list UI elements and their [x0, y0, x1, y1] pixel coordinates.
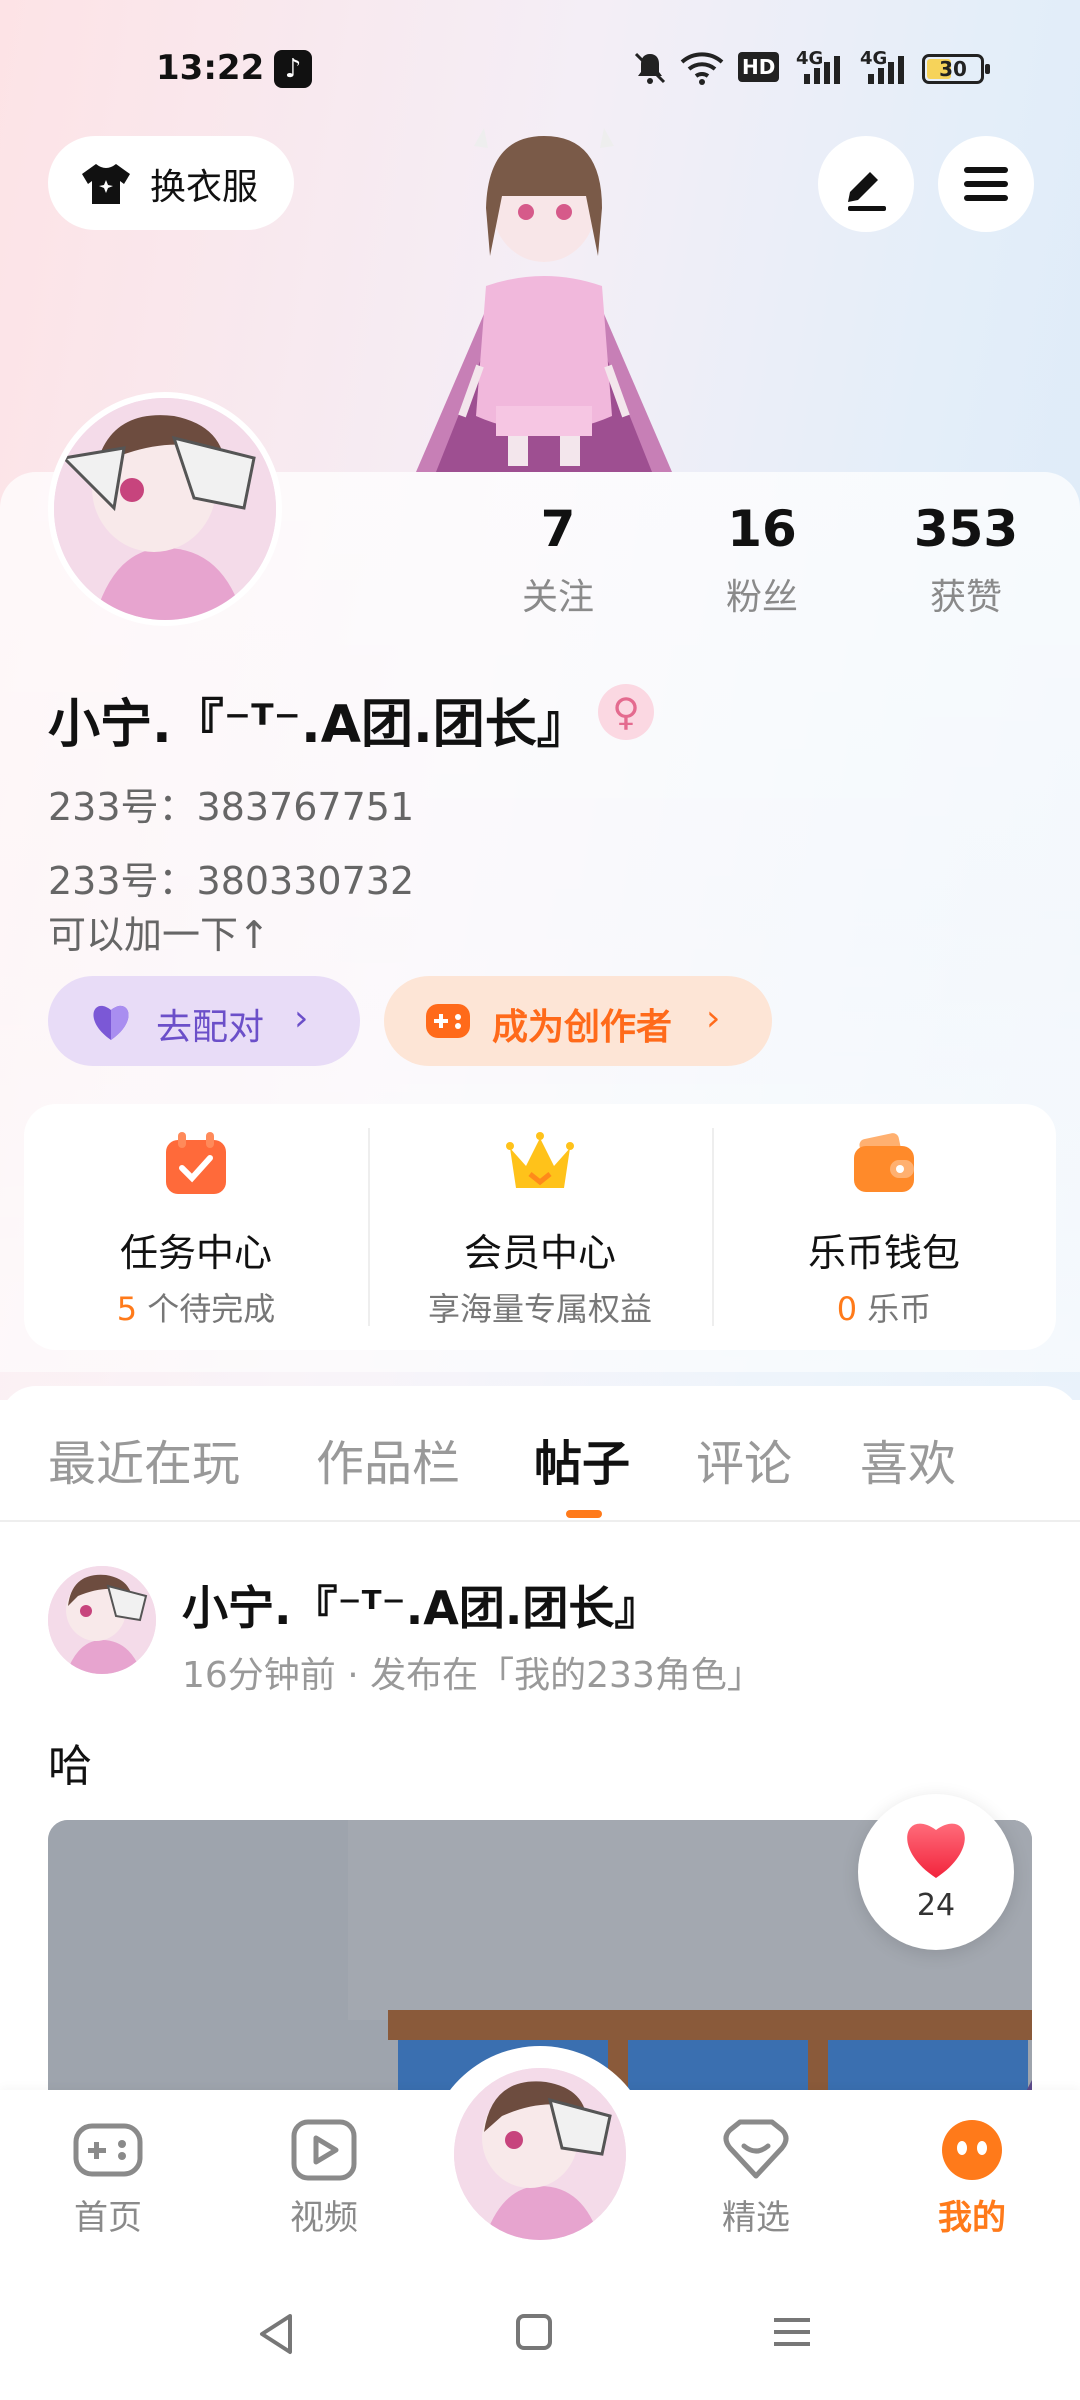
coin-wallet-title: 乐币钱包 — [807, 1231, 960, 1275]
bio-line-3: 可以加一下↑ — [48, 913, 270, 957]
followers-count: 16 — [727, 500, 797, 558]
post-meta: 16分钟前 · 发布在「我的233角色」 — [182, 1655, 763, 1696]
task-center-subtitle: 5 个待完成 — [116, 1290, 276, 1328]
become-creator-label: 成为创作者 — [492, 1007, 673, 1048]
heart-icon — [907, 1823, 965, 1878]
vip-center[interactable]: 会员中心 享海量专属权益 — [368, 1104, 712, 1350]
nav-me-label: 我的 — [938, 2198, 1006, 2238]
match-label: 去配对 — [156, 1007, 265, 1048]
become-creator-button[interactable]: 成为创作者 › — [384, 976, 772, 1066]
likes-label: 获赞 — [929, 577, 1002, 618]
avatar-illustration — [48, 1566, 156, 1674]
stat-likes[interactable]: 353 获赞 — [896, 500, 1036, 620]
menu-icon — [964, 167, 1008, 201]
stat-following[interactable]: 7 关注 — [488, 500, 628, 620]
tab-likes[interactable]: 喜欢 — [860, 1424, 956, 1494]
character-avatar-figure[interactable] — [376, 116, 712, 472]
mute-bell-icon — [634, 52, 666, 84]
nav-avatar-button[interactable] — [454, 2068, 626, 2240]
menu-button[interactable] — [938, 136, 1034, 232]
female-icon: ♀ — [598, 684, 654, 740]
profile-tabs: 最近在玩 作品栏 帖子 评论 喜欢 — [0, 1386, 1080, 1522]
nav-featured[interactable]: 精选 — [686, 2118, 826, 2239]
likes-count: 353 — [913, 500, 1019, 558]
wallet-icon — [854, 1133, 914, 1192]
home-square-icon[interactable] — [514, 2312, 554, 2352]
avatar-illustration — [54, 398, 276, 620]
battery-level: 30 — [939, 57, 967, 81]
coin-wallet-subtitle: 0 乐币 — [836, 1290, 932, 1328]
system-navigation-bar — [0, 2280, 1080, 2400]
like-button[interactable]: 24 — [858, 1794, 1014, 1950]
tab-works[interactable]: 作品栏 — [316, 1424, 460, 1494]
chevron-right-icon: › — [294, 998, 309, 1039]
status-time: 13:22 — [156, 48, 265, 88]
change-outfit-label: 换衣服 — [150, 167, 259, 208]
nav-featured-label: 精选 — [722, 2198, 790, 2238]
nav-home[interactable]: 首页 — [38, 2118, 178, 2239]
stat-followers[interactable]: 16 粉丝 — [692, 500, 832, 620]
tab-comments[interactable]: 评论 — [696, 1424, 792, 1494]
bio-line-2: 233号：380330732 — [48, 859, 415, 903]
tab-posts[interactable]: 帖子 — [534, 1424, 630, 1494]
gamepad-icon — [73, 2123, 143, 2177]
gamepad-icon — [426, 1004, 470, 1038]
pen-icon — [848, 172, 886, 211]
profile-name: 小宁.『⁻ᵀ⁻.A团.团长』 — [48, 695, 589, 755]
heart-icon — [93, 1005, 129, 1040]
quick-access-card: 任务中心 5 个待完成 会员中心 享海量专属权益 乐币钱包 0 乐币 — [24, 1104, 1056, 1350]
change-outfit-button[interactable]: 换衣服 — [48, 136, 294, 230]
tshirt-icon — [82, 164, 130, 204]
hd-badge: HD — [738, 52, 780, 82]
signal-icon-2 — [868, 56, 904, 84]
edit-profile-button[interactable] — [818, 136, 914, 232]
followers-label: 粉丝 — [725, 577, 798, 618]
heart-chat-icon — [723, 2119, 789, 2179]
like-count: 24 — [916, 1888, 956, 1923]
recents-menu-icon[interactable] — [772, 2312, 812, 2352]
nav-video-label: 视频 — [290, 2198, 358, 2238]
nav-video[interactable]: 视频 — [254, 2118, 394, 2239]
bio-line-1: 233号：383767751 — [48, 785, 415, 829]
post-author-avatar[interactable] — [48, 1566, 156, 1674]
post-author-name[interactable]: 小宁.『⁻ᵀ⁻.A团.团长』 — [182, 1572, 660, 1638]
chevron-right-icon: › — [706, 998, 721, 1039]
tab-recent-play[interactable]: 最近在玩 — [48, 1424, 240, 1494]
wifi-icon — [680, 52, 724, 85]
back-icon[interactable] — [256, 2312, 296, 2356]
coin-wallet[interactable]: 乐币钱包 0 乐币 — [712, 1104, 1056, 1350]
crown-icon — [506, 1132, 574, 1188]
following-count: 7 — [540, 500, 576, 558]
task-center[interactable]: 任务中心 5 个待完成 — [24, 1104, 368, 1350]
active-tab-indicator — [566, 1510, 602, 1518]
smiley-icon — [942, 2120, 1002, 2180]
avatar-illustration — [454, 2068, 626, 2240]
calendar-check-icon — [166, 1132, 226, 1194]
profile-avatar[interactable] — [48, 392, 282, 626]
vip-center-subtitle: 享海量专属权益 — [427, 1290, 652, 1328]
nav-me[interactable]: 我的 — [902, 2118, 1042, 2239]
match-button[interactable]: 去配对 › — [48, 976, 360, 1066]
play-icon — [291, 2119, 357, 2181]
vip-center-title: 会员中心 — [463, 1231, 616, 1275]
following-label: 关注 — [521, 577, 594, 618]
battery-icon: 30 — [922, 54, 990, 84]
post-text: 哈 — [48, 1741, 92, 1792]
tiktok-icon: ♪ — [274, 50, 312, 88]
task-center-title: 任务中心 — [119, 1231, 272, 1275]
signal-icon-1 — [804, 56, 840, 84]
nav-home-label: 首页 — [74, 2198, 142, 2238]
